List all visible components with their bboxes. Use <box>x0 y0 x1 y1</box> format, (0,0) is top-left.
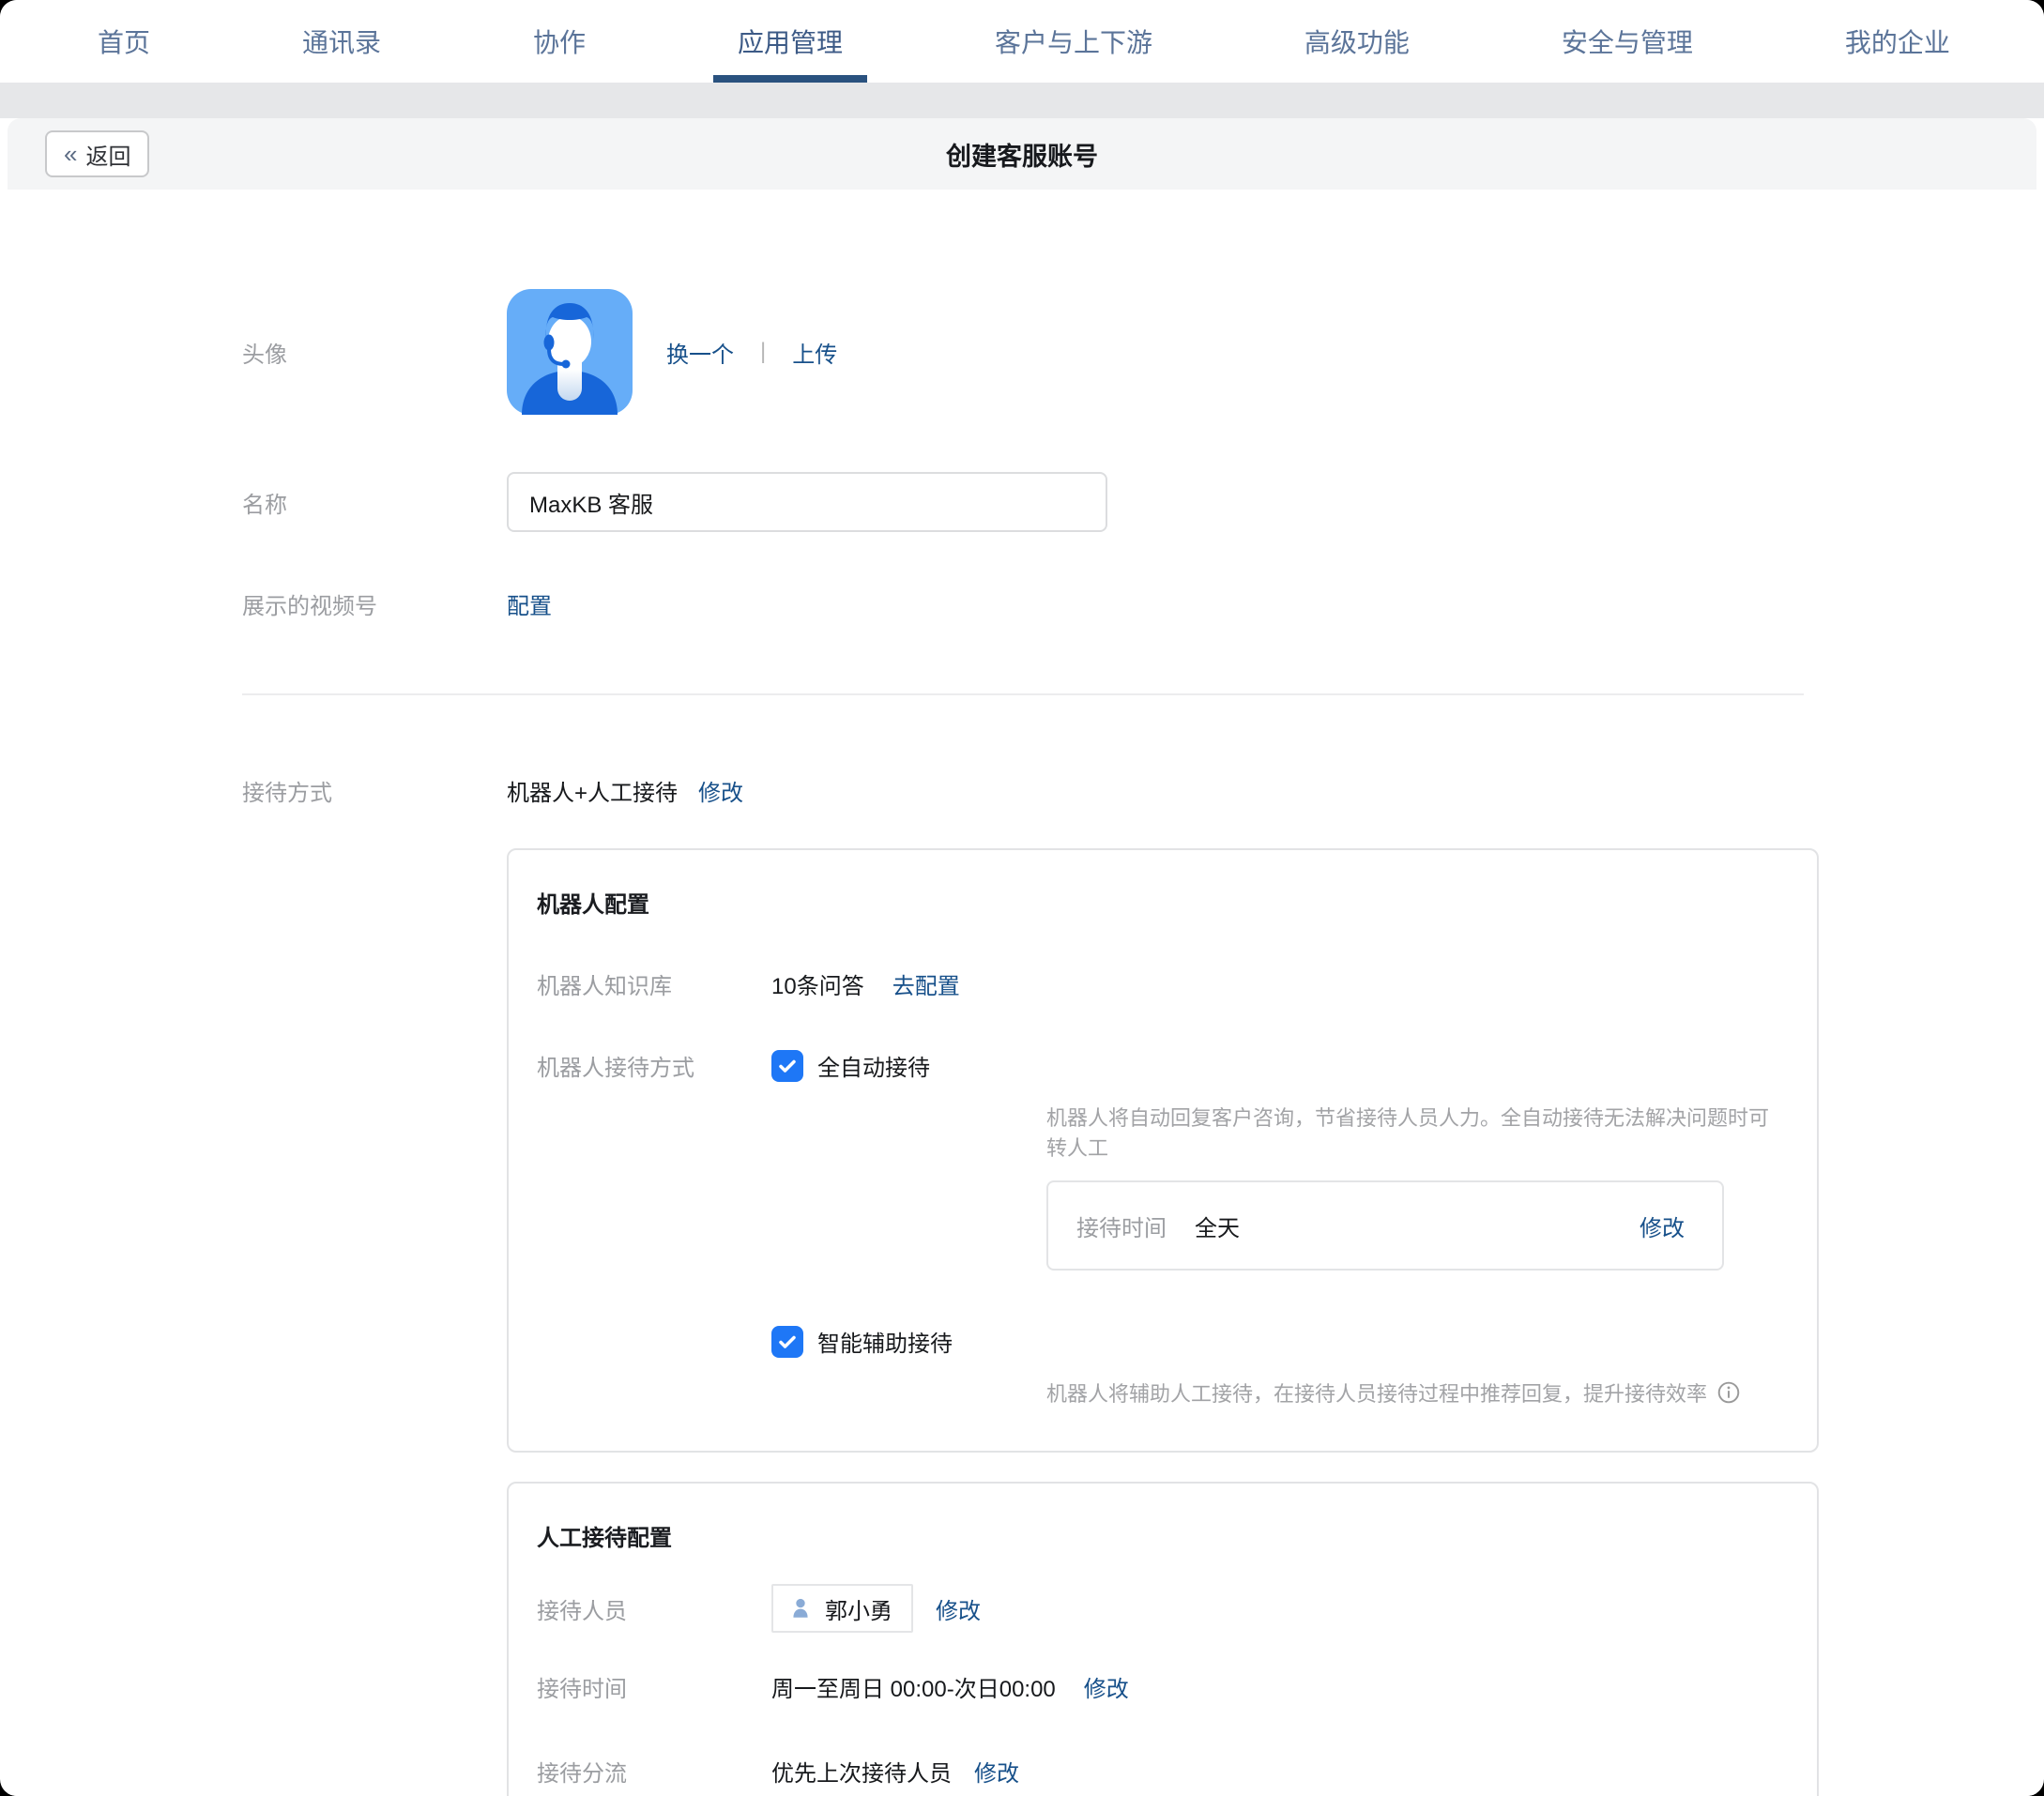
person-icon <box>788 1595 813 1621</box>
routing-row: 接待分流 优先上次接待人员 修改 <box>537 1755 1779 1788</box>
manual-time-label: 接待时间 <box>537 1670 771 1703</box>
info-icon[interactable] <box>1716 1380 1741 1405</box>
reception-mode-value: 机器人+人工接待 <box>507 774 678 807</box>
robot-method-label: 机器人接待方式 <box>537 1049 771 1082</box>
nav-item-app-management[interactable]: 应用管理 <box>713 0 867 83</box>
video-channel-label: 展示的视频号 <box>242 587 507 620</box>
manual-time-value: 周一至周日 00:00-次日00:00 <box>771 1670 1056 1703</box>
knowledge-base-label: 机器人知识库 <box>537 967 771 1000</box>
nav-item-my-company[interactable]: 我的企业 <box>1821 0 1975 83</box>
name-row: 名称 <box>8 472 2036 532</box>
full-auto-label[interactable]: 全自动接待 <box>817 1049 930 1082</box>
routing-label: 接待分流 <box>537 1755 771 1788</box>
go-configure-link[interactable]: 去配置 <box>892 967 960 1000</box>
modify-reception-mode-link[interactable]: 修改 <box>698 774 743 807</box>
app-window: 首页 通讯录 协作 应用管理 客户与上下游 高级功能 安全与管理 我的企业 « … <box>0 0 2044 1796</box>
robot-config-title: 机器人配置 <box>537 886 1779 919</box>
avatar-actions: 换一个 | 上传 <box>666 336 837 369</box>
knowledge-base-row: 机器人知识库 10条问答 去配置 <box>537 967 1779 1000</box>
robot-method-row: 机器人接待方式 全自动接待 <box>537 1049 1779 1082</box>
avatar-row: 头像 <box>8 289 2036 415</box>
nav-item-security[interactable]: 安全与管理 <box>1537 0 1717 83</box>
modify-routing-link[interactable]: 修改 <box>974 1755 1019 1788</box>
manual-config-box: 人工接待配置 接待人员 郭小勇 修改 接待时间 周一至周日 00:00-次日00… <box>507 1482 1819 1796</box>
reception-time-box: 接待时间 全天 修改 <box>1046 1180 1724 1271</box>
manual-config-title: 人工接待配置 <box>537 1519 1779 1552</box>
upload-avatar-link[interactable]: 上传 <box>792 336 837 369</box>
modify-staff-link[interactable]: 修改 <box>936 1592 981 1625</box>
nav-item-contacts[interactable]: 通讯录 <box>278 0 405 83</box>
staff-row: 接待人员 郭小勇 修改 <box>537 1584 1779 1633</box>
top-nav: 首页 通讯录 协作 应用管理 客户与上下游 高级功能 安全与管理 我的企业 <box>0 0 2044 83</box>
avatar-label: 头像 <box>242 336 507 369</box>
link-divider: | <box>760 339 766 365</box>
nav-item-home[interactable]: 首页 <box>73 0 175 83</box>
checkbox-smart-assist[interactable] <box>771 1326 803 1358</box>
smart-assist-description-text: 机器人将辅助人工接待，在接待人员接待过程中推荐回复，提升接待效率 <box>1046 1377 1707 1408</box>
content-panel: « 返回 创建客服账号 头像 <box>8 118 2036 1796</box>
staff-label: 接待人员 <box>537 1592 771 1625</box>
staff-chip[interactable]: 郭小勇 <box>771 1584 913 1633</box>
staff-name: 郭小勇 <box>825 1592 892 1625</box>
nav-item-collaboration[interactable]: 协作 <box>509 0 610 83</box>
name-label: 名称 <box>242 486 507 519</box>
check-icon <box>776 1331 799 1353</box>
nav-separator-strip <box>0 83 2044 118</box>
nav-item-advanced[interactable]: 高级功能 <box>1280 0 1434 83</box>
modify-time-link[interactable]: 修改 <box>1640 1210 1685 1242</box>
reception-time-label: 接待时间 <box>1076 1210 1167 1242</box>
full-auto-description: 机器人将自动回复客户咨询，节省接待人员人力。全自动接待无法解决问题时可转人工 <box>1046 1102 1779 1162</box>
configure-video-link[interactable]: 配置 <box>507 587 552 620</box>
smart-assist-description: 机器人将辅助人工接待，在接待人员接待过程中推荐回复，提升接待效率 <box>1046 1377 1779 1408</box>
video-channel-row: 展示的视频号 配置 <box>8 587 2036 620</box>
nav-item-customers[interactable]: 客户与上下游 <box>970 0 1177 83</box>
check-icon <box>776 1055 799 1077</box>
knowledge-base-value: 10条问答 <box>771 967 864 1000</box>
back-button-label: 返回 <box>85 138 130 171</box>
change-avatar-link[interactable]: 换一个 <box>666 336 734 369</box>
manual-time-row: 接待时间 周一至周日 00:00-次日00:00 修改 <box>537 1670 1779 1703</box>
page-title: 创建客服账号 <box>946 136 1098 173</box>
modify-manual-time-link[interactable]: 修改 <box>1084 1670 1129 1703</box>
reception-mode-row: 接待方式 机器人+人工接待 修改 <box>8 774 2036 807</box>
main-form: 头像 <box>8 190 2036 1796</box>
robot-config-box: 机器人配置 机器人知识库 10条问答 去配置 机器人接待方式 全自动接待 机器人… <box>507 848 1819 1453</box>
routing-value: 优先上次接待人员 <box>771 1755 952 1788</box>
section-divider <box>242 693 1804 695</box>
smart-assist-row: 智能辅助接待 <box>537 1325 1779 1358</box>
checkbox-full-auto[interactable] <box>771 1050 803 1082</box>
reception-mode-label: 接待方式 <box>242 774 507 807</box>
back-button[interactable]: « 返回 <box>45 130 149 177</box>
reception-time-value: 全天 <box>1195 1210 1240 1242</box>
name-input[interactable] <box>507 472 1107 532</box>
page-header: « 返回 创建客服账号 <box>8 118 2036 190</box>
customer-service-avatar <box>507 289 633 415</box>
smart-assist-label[interactable]: 智能辅助接待 <box>817 1325 953 1358</box>
back-chevron-icon: « <box>64 142 77 166</box>
